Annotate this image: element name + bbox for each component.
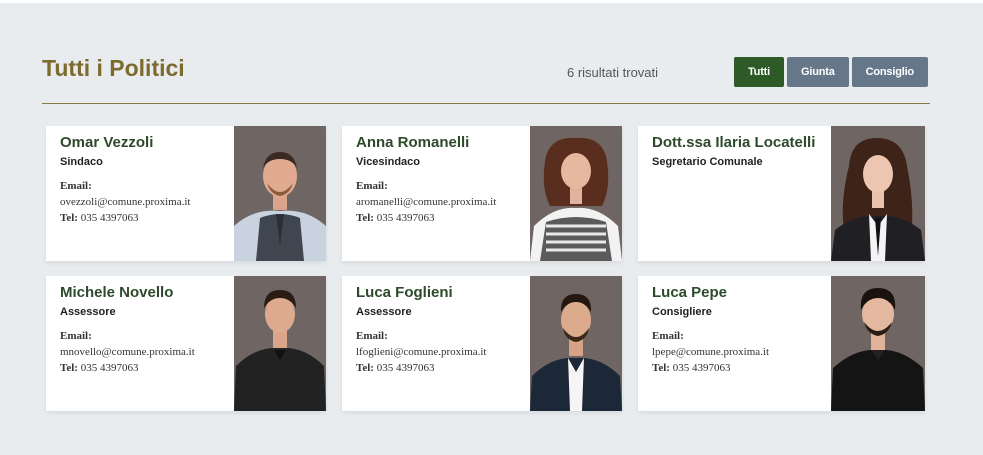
contact-info: Email: ovezzoli@comune.proxima.it Tel: 0… — [60, 178, 230, 226]
person-role: Sindaco — [60, 156, 103, 168]
tel-value[interactable]: 035 4397063 — [81, 362, 139, 374]
person-role: Assessore — [60, 306, 116, 318]
politician-card[interactable]: Luca Pepe Consigliere Email: lpepe@comun… — [638, 276, 925, 411]
person-photo — [831, 126, 925, 261]
person-photo — [530, 276, 622, 411]
filter-group: Tutti Giunta Consiglio — [734, 57, 928, 87]
person-role: Assessore — [356, 306, 412, 318]
tel-value[interactable]: 035 4397063 — [81, 212, 139, 224]
portrait-placeholder-icon — [234, 276, 326, 411]
top-strip — [0, 0, 983, 3]
card-body: Michele Novello Assessore Email: mnovell… — [60, 284, 230, 376]
person-photo — [530, 126, 622, 261]
email-value[interactable]: mnovello@comune.proxima.it — [60, 344, 230, 360]
email-value[interactable]: lfoglieni@comune.proxima.it — [356, 344, 526, 360]
results-count: 6 risultati trovati — [567, 65, 659, 80]
email-label: Email: — [652, 330, 684, 342]
email-value[interactable]: aromanelli@comune.proxima.it — [356, 194, 526, 210]
portrait-placeholder-icon — [831, 126, 925, 261]
email-label: Email: — [356, 330, 388, 342]
filter-button-giunta[interactable]: Giunta — [787, 57, 849, 87]
tel-label: Tel: — [356, 362, 374, 374]
politician-card[interactable]: Anna Romanelli Vicesindaco Email: aroman… — [342, 126, 622, 261]
person-name[interactable]: Anna Romanelli — [356, 134, 526, 152]
email-label: Email: — [356, 180, 388, 192]
person-name[interactable]: Dott.ssa Ilaria Locatelli — [652, 134, 822, 152]
person-name[interactable]: Michele Novello — [60, 284, 230, 302]
tel-label: Tel: — [356, 212, 374, 224]
card-body: Dott.ssa Ilaria Locatelli Segretario Com… — [652, 134, 822, 168]
email-label: Email: — [60, 330, 92, 342]
contact-info: Email: lpepe@comune.proxima.it Tel: 035 … — [652, 328, 822, 376]
person-role: Segretario Comunale — [652, 156, 763, 168]
portrait-placeholder-icon — [234, 126, 326, 261]
contact-info: Email: lfoglieni@comune.proxima.it Tel: … — [356, 328, 526, 376]
email-value[interactable]: lpepe@comune.proxima.it — [652, 344, 822, 360]
person-photo — [234, 126, 326, 261]
card-body: Omar Vezzoli Sindaco Email: ovezzoli@com… — [60, 134, 230, 226]
politician-card[interactable]: Michele Novello Assessore Email: mnovell… — [46, 276, 326, 411]
tel-value[interactable]: 035 4397063 — [377, 212, 435, 224]
person-name[interactable]: Luca Pepe — [652, 284, 822, 302]
politician-card[interactable]: Dott.ssa Ilaria Locatelli Segretario Com… — [638, 126, 925, 261]
contact-info: Email: aromanelli@comune.proxima.it Tel:… — [356, 178, 526, 226]
tel-label: Tel: — [60, 362, 78, 374]
portrait-placeholder-icon — [831, 276, 925, 411]
politicians-grid: Omar Vezzoli Sindaco Email: ovezzoli@com… — [46, 126, 925, 411]
email-value[interactable]: ovezzoli@comune.proxima.it — [60, 194, 230, 210]
person-photo — [831, 276, 925, 411]
politician-card[interactable]: Luca Foglieni Assessore Email: lfoglieni… — [342, 276, 622, 411]
person-photo — [234, 276, 326, 411]
card-body: Anna Romanelli Vicesindaco Email: aroman… — [356, 134, 526, 226]
tel-label: Tel: — [652, 362, 670, 374]
page-title: Tutti i Politici — [42, 55, 185, 81]
tel-value[interactable]: 035 4397063 — [377, 362, 435, 374]
filter-button-consiglio[interactable]: Consiglio — [851, 57, 928, 87]
person-role: Consigliere — [652, 306, 712, 318]
portrait-placeholder-icon — [530, 276, 622, 411]
email-label: Email: — [60, 180, 92, 192]
person-name[interactable]: Omar Vezzoli — [60, 134, 230, 152]
politician-card[interactable]: Omar Vezzoli Sindaco Email: ovezzoli@com… — [46, 126, 326, 261]
person-role: Vicesindaco — [356, 156, 420, 168]
card-body: Luca Pepe Consigliere Email: lpepe@comun… — [652, 284, 822, 376]
person-name[interactable]: Luca Foglieni — [356, 284, 526, 302]
card-body: Luca Foglieni Assessore Email: lfoglieni… — [356, 284, 526, 376]
portrait-placeholder-icon — [530, 126, 622, 261]
tel-value[interactable]: 035 4397063 — [673, 362, 731, 374]
contact-info: Email: mnovello@comune.proxima.it Tel: 0… — [60, 328, 230, 376]
page-header: Tutti i Politici 6 risultati trovati Tut… — [42, 50, 930, 104]
filter-button-tutti[interactable]: Tutti — [734, 57, 784, 87]
tel-label: Tel: — [60, 212, 78, 224]
